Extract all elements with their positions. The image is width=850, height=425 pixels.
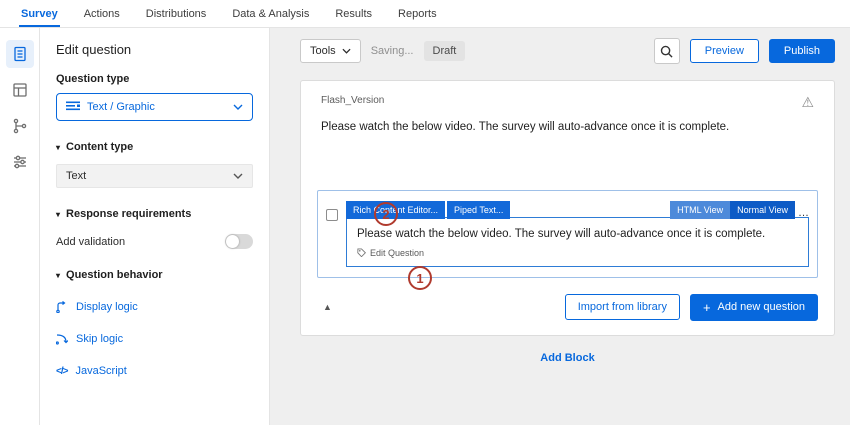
question-text-input[interactable]: Please watch the below video. The survey…: [347, 218, 792, 247]
skip-logic-link[interactable]: Skip logic: [56, 333, 253, 345]
panel-title: Edit question: [56, 42, 253, 57]
warning-icon: ⚠: [801, 95, 814, 109]
survey-canvas: Tools Saving... Draft Preview Publish Fl…: [270, 28, 850, 425]
rail-survey-builder-icon[interactable]: [6, 40, 34, 68]
skip-logic-label: Skip logic: [76, 333, 123, 345]
question-checkbox[interactable]: [326, 209, 338, 221]
skip-logic-icon: [56, 333, 68, 345]
content-type-label: Content type: [66, 141, 133, 153]
preview-button[interactable]: Preview: [690, 39, 759, 63]
question-preview-text: Please watch the below video. The survey…: [321, 119, 751, 136]
add-new-question-label: Add new question: [718, 301, 805, 313]
display-logic-label: Display logic: [76, 301, 138, 313]
caret-down-icon: ▾: [56, 143, 60, 152]
edit-question-panel: Edit question Question type Text / Graph…: [40, 28, 270, 425]
display-logic-icon: [56, 301, 68, 313]
caret-down-icon: ▾: [56, 210, 60, 219]
nav-tab-results[interactable]: Results: [322, 0, 385, 27]
nav-tab-actions[interactable]: Actions: [71, 0, 133, 27]
nav-tab-data-analysis[interactable]: Data & Analysis: [219, 0, 322, 27]
question-behavior-label: Question behavior: [66, 269, 163, 281]
add-new-question-button[interactable]: + Add new question: [690, 294, 818, 321]
question-type-value: Text / Graphic: [87, 101, 155, 113]
section-question-behavior[interactable]: ▾ Question behavior: [56, 269, 253, 281]
text-graphic-icon: [66, 101, 80, 113]
more-options-icon[interactable]: …: [798, 208, 809, 219]
tab-piped-text[interactable]: Piped Text...: [447, 201, 510, 219]
question-name: Flash_Version: [321, 95, 384, 106]
collapse-block-button[interactable]: ▲: [323, 302, 332, 312]
question-type-select[interactable]: Text / Graphic: [56, 93, 253, 121]
add-validation-label: Add validation: [56, 236, 125, 248]
content-type-value: Text: [66, 170, 86, 182]
search-button[interactable]: [654, 38, 680, 64]
chevron-down-icon: [233, 173, 243, 179]
html-view-button[interactable]: HTML View: [670, 201, 730, 219]
rail-survey-flow-icon[interactable]: [6, 112, 34, 140]
section-content-type[interactable]: ▾ Content type: [56, 141, 253, 153]
nav-tab-distributions[interactable]: Distributions: [133, 0, 220, 27]
tools-label: Tools: [310, 45, 336, 57]
question-type-label: Question type: [56, 73, 253, 85]
tools-button[interactable]: Tools: [300, 39, 361, 63]
search-icon: [660, 45, 673, 58]
toolbar: Tools Saving... Draft Preview Publish: [270, 28, 850, 72]
add-validation-row: Add validation: [56, 234, 253, 249]
annotation-circle-2: 2: [374, 202, 398, 226]
top-nav: Survey Actions Distributions Data & Anal…: [0, 0, 850, 28]
annotation-circle-1: 1: [408, 266, 432, 290]
editor-tabs-row: Rich Content Editor... Piped Text... HTM…: [346, 201, 809, 219]
import-from-library-button[interactable]: Import from library: [565, 294, 680, 320]
nav-tab-actions-label: Actions: [84, 8, 120, 20]
nav-tab-survey[interactable]: Survey: [8, 0, 71, 27]
app-window: Survey Actions Distributions Data & Anal…: [0, 0, 850, 425]
add-validation-toggle[interactable]: [225, 234, 253, 249]
javascript-link[interactable]: </> JavaScript: [56, 365, 253, 377]
toggle-knob: [226, 235, 239, 248]
tag-icon: [357, 248, 366, 257]
nav-tab-distributions-label: Distributions: [146, 8, 207, 20]
chevron-down-icon: [233, 104, 243, 110]
edit-question-label: Edit Question: [370, 248, 424, 258]
content-type-select[interactable]: Text: [56, 164, 253, 188]
response-requirements-label: Response requirements: [66, 208, 191, 220]
saving-status: Saving...: [371, 45, 414, 57]
nav-tab-reports[interactable]: Reports: [385, 0, 450, 27]
nav-tab-reports-label: Reports: [398, 8, 437, 20]
nav-tab-results-label: Results: [335, 8, 372, 20]
plus-icon: +: [703, 301, 711, 314]
display-logic-link[interactable]: Display logic: [56, 301, 253, 313]
question-preview-header: Flash_Version ⚠: [317, 93, 818, 109]
rail-survey-options-icon[interactable]: [6, 148, 34, 176]
chevron-down-icon: [342, 48, 351, 54]
view-switcher: HTML View Normal View …: [670, 201, 809, 219]
rail-look-feel-icon[interactable]: [6, 76, 34, 104]
block-actions-row: ▲ Import from library + Add new question: [317, 294, 818, 321]
left-icon-rail: [0, 28, 40, 425]
draft-badge[interactable]: Draft: [424, 41, 466, 61]
rich-text-editor: Rich Content Editor... Piped Text... HTM…: [346, 217, 809, 266]
edit-question-button[interactable]: Edit Question: [347, 248, 808, 266]
code-icon: </>: [56, 366, 67, 377]
caret-down-icon: ▾: [56, 271, 60, 280]
publish-button[interactable]: Publish: [769, 39, 835, 63]
add-block-link[interactable]: Add Block: [300, 352, 835, 364]
javascript-label: JavaScript: [75, 365, 126, 377]
nav-tab-data-analysis-label: Data & Analysis: [232, 8, 309, 20]
section-response-requirements[interactable]: ▾ Response requirements: [56, 208, 253, 220]
block-canvas: Flash_Version ⚠ Please watch the below v…: [270, 72, 850, 425]
normal-view-button[interactable]: Normal View: [730, 201, 795, 219]
nav-tab-survey-label: Survey: [21, 8, 58, 20]
